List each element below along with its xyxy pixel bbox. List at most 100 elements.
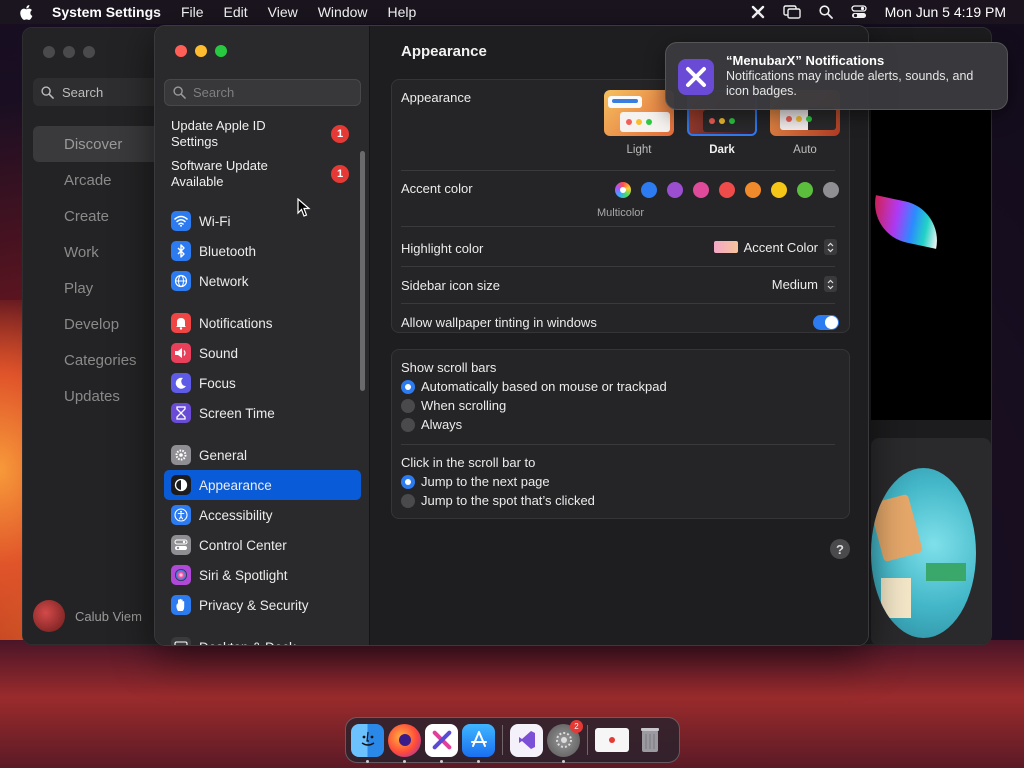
sidebar-item-sound[interactable]: Sound [164, 338, 361, 368]
mouse-pointer-icon [297, 197, 311, 223]
menu-help[interactable]: Help [388, 4, 417, 20]
featured-card[interactable] [871, 438, 991, 644]
sidebar-item-notifications[interactable]: Notifications [164, 308, 361, 338]
accent-swatch[interactable] [771, 182, 787, 198]
appearance-option-label: Light [626, 144, 652, 156]
sidebar-item-bluetooth[interactable]: Bluetooth [164, 236, 361, 266]
app-store-nav-play[interactable]: Play [33, 270, 163, 306]
accent-swatch[interactable] [719, 182, 735, 198]
sidebar-item-wi-fi[interactable]: Wi-Fi [164, 206, 361, 236]
accent-swatch[interactable] [693, 182, 709, 198]
siri-icon [171, 565, 191, 585]
app-store-nav-create[interactable]: Create [33, 198, 163, 234]
notification-banner[interactable]: “MenubarX” Notifications Notifications m… [665, 42, 1008, 110]
sidebar-item-update-apple-id[interactable]: Update Apple ID Settings 1 [164, 114, 361, 154]
spotlight-search-icon[interactable] [818, 5, 833, 19]
accent-swatch[interactable] [745, 182, 761, 198]
accent-swatch[interactable] [667, 182, 683, 198]
menu-clock[interactable]: Mon Jun 5 4:19 PM [885, 4, 1006, 20]
click-scroll-option-next-page[interactable]: Jump to the next page [401, 474, 550, 489]
sidebar-item-label: Update Apple ID Settings [171, 118, 266, 149]
sidebar-item-label: Sound [199, 345, 239, 361]
sidebar-icon-size-value: Medium [771, 276, 818, 292]
app-store-nav-develop[interactable]: Develop [33, 306, 163, 342]
accent-swatch[interactable] [641, 182, 657, 198]
hand-icon [171, 595, 191, 615]
sidebar-item-control-center[interactable]: Control Center [164, 530, 361, 560]
appearance-option-light[interactable]: Light [604, 90, 674, 156]
dock-preview-icon[interactable] [595, 728, 629, 752]
radio-label: When scrolling [421, 398, 507, 413]
app-store-nav-categories[interactable]: Categories [33, 342, 163, 378]
accent-swatch-multicolor[interactable] [615, 182, 631, 198]
highlight-color-popup[interactable]: Accent Color [713, 239, 837, 255]
sidebar-group-spacer [164, 296, 361, 308]
radio-button[interactable] [401, 379, 415, 394]
dock-menubarx-icon[interactable] [425, 723, 458, 763]
accessibility-icon [171, 505, 191, 525]
dock-finder-icon[interactable] [351, 723, 384, 763]
accent-swatch[interactable] [797, 182, 813, 198]
radio-button[interactable] [401, 493, 415, 508]
sidebar-item-label: Software Update Available [171, 158, 268, 189]
click-scroll-option-spot-clicked[interactable]: Jump to the spot that’s clicked [401, 493, 595, 508]
menubarx-icon[interactable] [751, 5, 765, 19]
featured-banner[interactable] [867, 110, 991, 420]
card-artwork [871, 468, 976, 638]
sidebar-item-appearance[interactable]: Appearance [164, 470, 361, 500]
sidebar-icon-size-popup[interactable]: Medium [772, 276, 837, 292]
menu-bar: System Settings File Edit View Window He… [0, 0, 1024, 24]
sidebar-item-siri-spotlight[interactable]: Siri & Spotlight [164, 560, 361, 590]
close-icon[interactable] [43, 46, 55, 58]
wallpaper-tinting-toggle[interactable] [813, 315, 839, 330]
sidebar-item-desktop-dock[interactable]: Desktop & Dock [164, 632, 361, 645]
zoom-icon[interactable] [83, 46, 95, 58]
control-center-icon[interactable] [850, 5, 867, 19]
close-icon[interactable] [175, 45, 187, 57]
radio-button[interactable] [401, 417, 415, 432]
sidebar-item-software-update[interactable]: Software Update Available 1 [164, 154, 361, 194]
minimize-icon[interactable] [195, 45, 207, 57]
sidebar-item-accessibility[interactable]: Accessibility [164, 500, 361, 530]
minimize-icon[interactable] [63, 46, 75, 58]
menu-edit[interactable]: Edit [224, 4, 248, 20]
sidebar-item-screen-time[interactable]: Screen Time [164, 398, 361, 428]
app-store-nav-work[interactable]: Work [33, 234, 163, 270]
dock-system-settings-icon[interactable]: 2 [547, 719, 583, 763]
menu-file[interactable]: File [181, 4, 204, 20]
radio-button[interactable] [401, 398, 415, 413]
apple-menu-icon[interactable] [18, 4, 36, 21]
settings-sidebar: Update Apple ID Settings 1 Software Upda… [155, 26, 370, 645]
wallpaper-tinting-label: Allow wallpaper tinting in windows [401, 315, 597, 330]
dock-firefox-icon[interactable] [388, 723, 421, 763]
app-store-nav-discover[interactable]: Discover [33, 126, 163, 162]
sidebar-scrollbar[interactable] [360, 151, 365, 391]
sidebar-item-general[interactable]: General [164, 440, 361, 470]
app-store-account[interactable]: Calub Viem [33, 600, 142, 632]
scroll-bars-option-when-scrolling[interactable]: When scrolling [401, 398, 506, 413]
dock-app-store-icon[interactable] [462, 723, 495, 763]
sidebar-item-focus[interactable]: Focus [164, 368, 361, 398]
menu-window[interactable]: Window [318, 4, 368, 20]
zoom-icon[interactable] [215, 45, 227, 57]
menu-app-name[interactable]: System Settings [52, 4, 161, 20]
screen-mirroring-icon[interactable] [782, 5, 801, 19]
scroll-bars-option-automatic[interactable]: Automatically based on mouse or trackpad [401, 379, 667, 394]
app-store-search[interactable]: Search [33, 78, 163, 106]
app-store-nav-updates[interactable]: Updates [33, 378, 163, 414]
highlight-color-label: Highlight color [401, 241, 484, 256]
accent-swatch[interactable] [823, 182, 839, 198]
sidebar-item-network[interactable]: Network [164, 266, 361, 296]
hourglass-icon [171, 403, 191, 423]
sidebar-item-privacy-security[interactable]: Privacy & Security [164, 590, 361, 620]
settings-search[interactable] [164, 79, 361, 106]
radio-label: Jump to the next page [421, 474, 550, 489]
dock-trash-icon[interactable] [633, 724, 666, 757]
dock-visual-studio-icon[interactable] [510, 723, 543, 757]
help-button[interactable]: ? [830, 539, 850, 559]
radio-button[interactable] [401, 474, 415, 489]
settings-search-input[interactable] [193, 85, 353, 100]
menu-view[interactable]: View [268, 4, 298, 20]
scroll-bars-option-always[interactable]: Always [401, 417, 462, 432]
app-store-nav-arcade[interactable]: Arcade [33, 162, 163, 198]
